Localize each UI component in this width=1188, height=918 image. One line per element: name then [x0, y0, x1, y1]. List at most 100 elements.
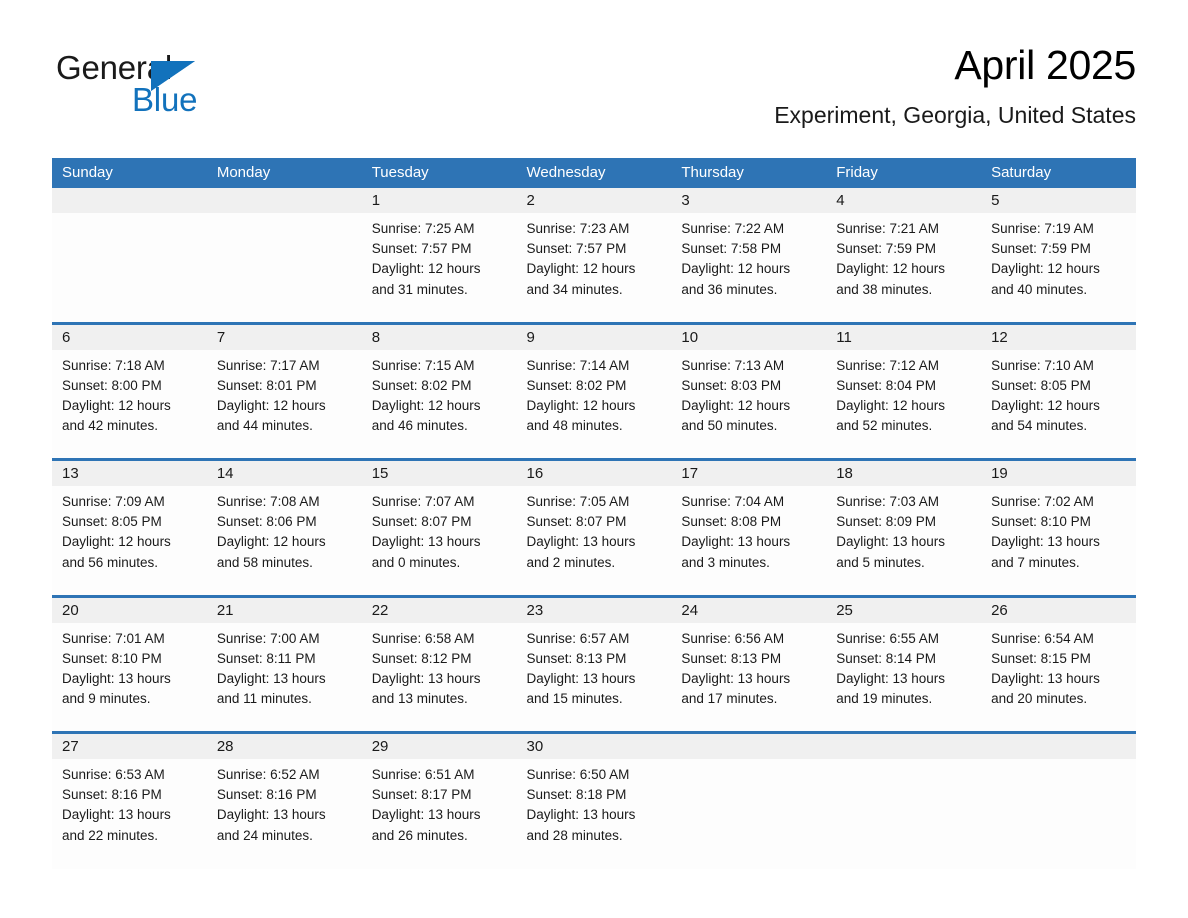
- week-5-info-row: Sunrise: 6:53 AM Sunset: 8:16 PM Dayligh…: [52, 759, 1136, 869]
- sunset-text: Sunset: 8:15 PM: [991, 650, 1091, 666]
- sunrise-text: Sunrise: 6:58 AM: [371, 630, 475, 646]
- day-cell: Sunrise: 7:23 AM Sunset: 7:57 PM Dayligh…: [516, 213, 672, 323]
- calendar-body: 1 2 3 4 5 Sunrise: 7:25 AM Sunset: 7:57 …: [52, 188, 1136, 869]
- day-cell: Sunrise: 7:10 AM Sunset: 8:05 PM Dayligh…: [981, 349, 1136, 460]
- daynumber-cell: 5: [981, 188, 1136, 213]
- sunset-text: Sunset: 8:00 PM: [62, 377, 162, 393]
- day-number: 18: [836, 465, 853, 482]
- day-cell: Sunrise: 6:51 AM Sunset: 8:17 PM Dayligh…: [361, 759, 517, 869]
- day-info: Sunrise: 7:19 AM Sunset: 7:59 PM Dayligh…: [991, 219, 1126, 300]
- sunset-text: Sunset: 8:13 PM: [526, 650, 627, 666]
- sunrise-text: Sunrise: 7:22 AM: [681, 221, 785, 236]
- day-cell: [826, 759, 982, 869]
- daylight-text-line1: Daylight: 12 hours: [62, 397, 171, 413]
- day-number: 2: [526, 192, 535, 209]
- daynumber-cell: 30: [516, 731, 672, 759]
- daynumber-cell: [671, 731, 827, 759]
- week-3-info-row: Sunrise: 7:09 AM Sunset: 8:05 PM Dayligh…: [52, 486, 1136, 596]
- daylight-text-line2: and 17 minutes.: [681, 691, 778, 707]
- sunrise-text: Sunrise: 7:25 AM: [371, 221, 475, 236]
- day-number: 30: [526, 738, 544, 755]
- day-info: Sunrise: 7:25 AM Sunset: 7:57 PM Dayligh…: [372, 219, 507, 300]
- day-cell: Sunrise: 6:55 AM Sunset: 8:14 PM Dayligh…: [826, 622, 982, 733]
- daylight-text-line1: Daylight: 13 hours: [62, 670, 171, 686]
- daynumber-cell: 8: [361, 321, 517, 350]
- sunset-text: Sunset: 8:05 PM: [62, 514, 162, 530]
- daylight-text-line2: and 5 minutes.: [836, 554, 925, 570]
- daylight-text-line2: and 15 minutes.: [526, 691, 623, 707]
- day-info: Sunrise: 6:55 AM Sunset: 8:14 PM Dayligh…: [836, 629, 971, 710]
- sunset-text: Sunset: 8:08 PM: [681, 514, 782, 530]
- sunrise-text: Sunrise: 6:50 AM: [526, 767, 630, 782]
- daylight-text-line2: and 50 minutes.: [681, 418, 778, 434]
- day-info: Sunrise: 7:10 AM Sunset: 8:05 PM Dayligh…: [991, 356, 1126, 437]
- sunset-text: Sunset: 7:57 PM: [371, 241, 472, 257]
- day-info: Sunrise: 6:50 AM Sunset: 8:18 PM Dayligh…: [527, 765, 662, 846]
- sunrise-text: Sunrise: 7:02 AM: [991, 494, 1094, 509]
- daylight-text-line1: Daylight: 12 hours: [836, 261, 946, 277]
- daylight-text-line2: and 52 minutes.: [836, 418, 933, 434]
- day-info: Sunrise: 7:18 AM Sunset: 8:00 PM Dayligh…: [62, 356, 197, 437]
- week-4-info-row: Sunrise: 7:01 AM Sunset: 8:10 PM Dayligh…: [52, 622, 1136, 733]
- day-number: 12: [991, 328, 1008, 346]
- sunrise-text: Sunrise: 7:10 AM: [991, 357, 1094, 373]
- daylight-text-line1: Daylight: 12 hours: [62, 534, 171, 550]
- sunrise-text: Sunrise: 6:51 AM: [371, 767, 475, 782]
- daylight-text-line1: Daylight: 13 hours: [526, 670, 636, 686]
- daylight-text-line2: and 20 minutes.: [991, 691, 1088, 707]
- daylight-text-line2: and 11 minutes.: [216, 691, 312, 707]
- weekday-header-wednesday: Wednesday: [516, 158, 672, 188]
- day-number: 21: [216, 601, 234, 619]
- daylight-text-line1: Daylight: 13 hours: [526, 534, 636, 550]
- daylight-text-line2: and 56 minutes.: [62, 554, 159, 570]
- day-number: 24: [681, 601, 699, 619]
- calendar-page: General Blue April 2025 Experiment, Geor…: [0, 0, 1188, 918]
- sunset-text: Sunset: 8:06 PM: [216, 514, 317, 530]
- day-cell: Sunrise: 7:13 AM Sunset: 8:03 PM Dayligh…: [671, 349, 827, 460]
- daylight-text-line2: and 54 minutes.: [991, 418, 1088, 434]
- day-cell: Sunrise: 6:52 AM Sunset: 8:16 PM Dayligh…: [206, 759, 362, 869]
- logo-text-blue: Blue: [132, 81, 198, 118]
- day-cell: Sunrise: 7:19 AM Sunset: 7:59 PM Dayligh…: [981, 213, 1136, 323]
- daylight-text-line1: Daylight: 13 hours: [681, 534, 791, 550]
- sunset-text: Sunset: 8:12 PM: [371, 650, 472, 666]
- day-number: 11: [836, 328, 852, 346]
- sunrise-text: Sunrise: 7:03 AM: [836, 494, 940, 509]
- daynumber-cell: 28: [206, 731, 362, 759]
- day-cell: Sunrise: 7:12 AM Sunset: 8:04 PM Dayligh…: [826, 349, 982, 460]
- daynumber-cell: 18: [826, 458, 982, 486]
- daylight-text-line2: and 31 minutes.: [371, 281, 468, 297]
- day-cell: Sunrise: 7:07 AM Sunset: 8:07 PM Dayligh…: [361, 486, 517, 596]
- day-number: 7: [216, 328, 226, 346]
- day-cell: Sunrise: 7:14 AM Sunset: 8:02 PM Dayligh…: [516, 349, 672, 460]
- sunset-text: Sunset: 8:16 PM: [216, 787, 317, 803]
- day-info: Sunrise: 7:17 AM Sunset: 8:01 PM Dayligh…: [217, 356, 352, 437]
- sunrise-sunset-calendar-table: Sunday Monday Tuesday Wednesday Thursday…: [52, 158, 1136, 869]
- day-info: Sunrise: 6:57 AM Sunset: 8:13 PM Dayligh…: [527, 629, 662, 710]
- daynumber-cell: 25: [826, 594, 982, 623]
- day-info: Sunrise: 7:07 AM Sunset: 8:07 PM Dayligh…: [372, 492, 507, 573]
- daylight-text-line2: and 3 minutes.: [681, 554, 770, 570]
- daylight-text-line2: and 19 minutes.: [836, 691, 933, 707]
- daylight-text-line2: and 26 minutes.: [371, 827, 468, 843]
- day-cell: [52, 213, 207, 323]
- day-cell: Sunrise: 6:53 AM Sunset: 8:16 PM Dayligh…: [52, 759, 207, 869]
- day-info: Sunrise: 6:56 AM Sunset: 8:13 PM Dayligh…: [681, 629, 816, 710]
- day-info: Sunrise: 7:01 AM Sunset: 8:10 PM Dayligh…: [62, 629, 197, 710]
- sunset-text: Sunset: 7:59 PM: [836, 241, 937, 257]
- day-cell: Sunrise: 6:54 AM Sunset: 8:15 PM Dayligh…: [981, 622, 1136, 733]
- day-info: Sunrise: 6:53 AM Sunset: 8:16 PM Dayligh…: [62, 765, 197, 846]
- sunset-text: Sunset: 8:13 PM: [681, 650, 782, 666]
- daylight-text-line1: Daylight: 12 hours: [371, 397, 481, 413]
- sunrise-text: Sunrise: 7:07 AM: [371, 494, 475, 509]
- day-cell: Sunrise: 7:18 AM Sunset: 8:00 PM Dayligh…: [52, 349, 207, 460]
- sunset-text: Sunset: 8:02 PM: [371, 377, 472, 393]
- daylight-text-line1: Daylight: 13 hours: [216, 807, 326, 823]
- day-info: Sunrise: 6:52 AM Sunset: 8:16 PM Dayligh…: [217, 765, 352, 846]
- daynumber-cell: 17: [671, 458, 827, 486]
- sunrise-text: Sunrise: 7:05 AM: [526, 494, 630, 509]
- weekday-header-saturday: Saturday: [981, 158, 1136, 188]
- day-cell: Sunrise: 7:01 AM Sunset: 8:10 PM Dayligh…: [52, 622, 207, 733]
- daylight-text-line1: Daylight: 13 hours: [216, 670, 326, 686]
- daylight-text-line1: Daylight: 12 hours: [681, 397, 791, 413]
